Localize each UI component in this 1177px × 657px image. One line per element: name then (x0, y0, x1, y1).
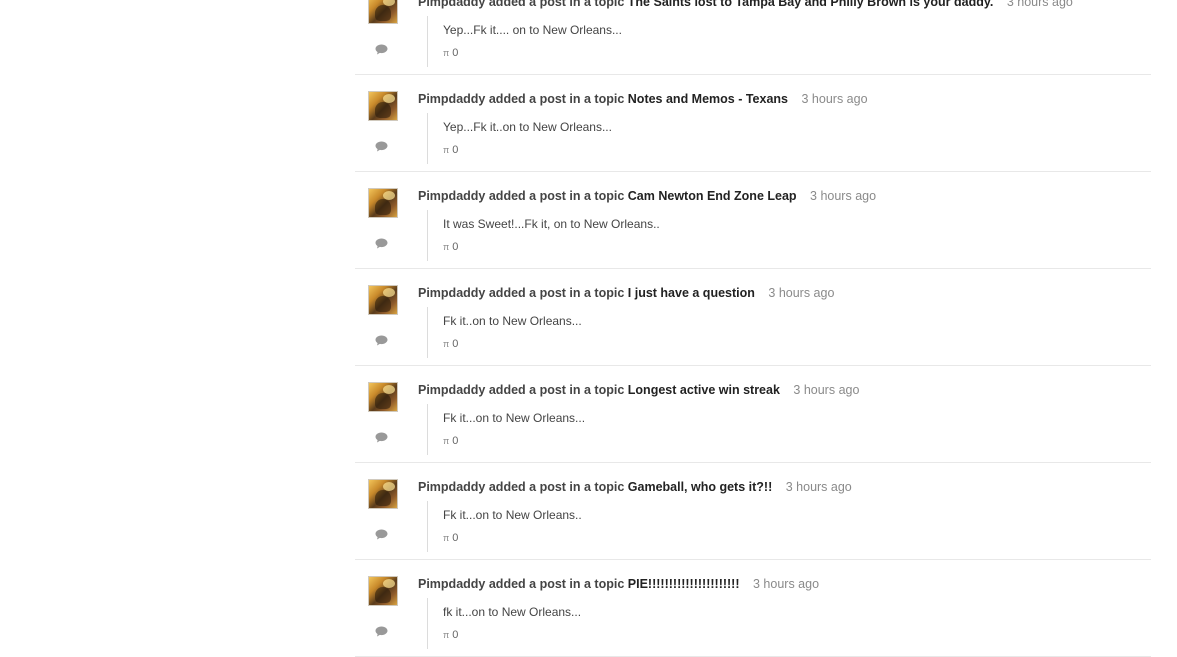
reputation-icon: π (443, 436, 450, 446)
activity-entry: Pimpdaddy added a post in a topic PIE!!!… (355, 560, 1151, 657)
post-snippet: Yep...Fk it.... on to New Orleans... (443, 23, 622, 37)
post-excerpt: Fk it...on to New Orleans.. π0 (427, 501, 582, 552)
timestamp: 3 hours ago (785, 480, 852, 494)
author-link[interactable]: Pimpdaddy (418, 0, 485, 9)
action-text: added a post in a topic (488, 0, 625, 9)
user-avatar[interactable] (368, 576, 398, 606)
reputation-icon: π (443, 242, 450, 252)
user-avatar[interactable] (368, 91, 398, 121)
post-excerpt: It was Sweet!...Fk it, on to New Orleans… (427, 210, 660, 261)
reputation-count: 0 (452, 144, 459, 156)
comment-icon[interactable] (375, 529, 388, 540)
comment-icon[interactable] (375, 238, 388, 249)
entry-header: Pimpdaddy added a post in a topic PIE!!!… (418, 576, 819, 592)
entry-header: Pimpdaddy added a post in a topic Cam Ne… (418, 188, 876, 204)
entry-header: Pimpdaddy added a post in a topic Longes… (418, 382, 859, 398)
reputation-count: 0 (452, 532, 459, 544)
post-snippet: It was Sweet!...Fk it, on to New Orleans… (443, 217, 660, 231)
topic-link[interactable]: The Saints lost to Tampa Bay and Philly … (628, 0, 994, 9)
reputation: π0 (443, 435, 585, 447)
post-excerpt: Yep...Fk it..on to New Orleans... π0 (427, 113, 612, 164)
user-avatar[interactable] (368, 382, 398, 412)
activity-entry: Pimpdaddy added a post in a topic Cam Ne… (355, 172, 1151, 269)
timestamp: 3 hours ago (1006, 0, 1073, 9)
entry-header: Pimpdaddy added a post in a topic The Sa… (418, 0, 1073, 10)
user-avatar[interactable] (368, 0, 398, 24)
author-link[interactable]: Pimpdaddy (418, 189, 485, 203)
reputation: π0 (443, 532, 582, 544)
comment-icon[interactable] (375, 432, 388, 443)
timestamp: 3 hours ago (810, 189, 877, 203)
topic-link[interactable]: Cam Newton End Zone Leap (628, 189, 797, 203)
activity-feed: Pimpdaddy added a post in a topic The Sa… (355, 0, 1151, 657)
action-text: added a post in a topic (488, 286, 625, 300)
entry-header: Pimpdaddy added a post in a topic Gameba… (418, 479, 852, 495)
reputation-icon: π (443, 533, 450, 543)
post-snippet: Fk it...on to New Orleans... (443, 411, 586, 425)
action-text: added a post in a topic (488, 480, 625, 494)
timestamp: 3 hours ago (793, 383, 860, 397)
topic-link[interactable]: I just have a question (628, 286, 755, 300)
post-excerpt: fk it...on to New Orleans... π0 (427, 598, 581, 649)
activity-entry: Pimpdaddy added a post in a topic Gameba… (355, 463, 1151, 560)
post-snippet: Fk it..on to New Orleans... (443, 314, 582, 328)
action-text: added a post in a topic (488, 92, 625, 106)
reputation: π0 (443, 241, 660, 253)
action-text: added a post in a topic (488, 577, 625, 591)
user-avatar[interactable] (368, 188, 398, 218)
activity-entry: Pimpdaddy added a post in a topic I just… (355, 269, 1151, 366)
timestamp: 3 hours ago (768, 286, 835, 300)
author-link[interactable]: Pimpdaddy (418, 92, 485, 106)
topic-link[interactable]: Notes and Memos - Texans (628, 92, 788, 106)
post-excerpt: Fk it..on to New Orleans... π0 (427, 307, 582, 358)
reputation-icon: π (443, 48, 450, 58)
comment-icon[interactable] (375, 141, 388, 152)
author-link[interactable]: Pimpdaddy (418, 383, 485, 397)
topic-link[interactable]: PIE!!!!!!!!!!!!!!!!!!!!!! (628, 577, 740, 591)
author-link[interactable]: Pimpdaddy (418, 480, 485, 494)
topic-link[interactable]: Gameball, who gets it?!! (628, 480, 772, 494)
post-excerpt: Yep...Fk it.... on to New Orleans... π0 (427, 16, 622, 67)
post-snippet: Yep...Fk it..on to New Orleans... (443, 120, 612, 134)
reputation-count: 0 (452, 435, 459, 447)
reputation: π0 (443, 144, 612, 156)
comment-icon[interactable] (375, 626, 388, 637)
action-text: added a post in a topic (488, 189, 625, 203)
post-snippet: Fk it...on to New Orleans.. (443, 508, 582, 522)
timestamp: 3 hours ago (801, 92, 868, 106)
activity-entry: Pimpdaddy added a post in a topic Notes … (355, 75, 1151, 172)
reputation-count: 0 (452, 47, 459, 59)
user-avatar[interactable] (368, 285, 398, 315)
user-avatar[interactable] (368, 479, 398, 509)
post-excerpt: Fk it...on to New Orleans... π0 (427, 404, 585, 455)
topic-link[interactable]: Longest active win streak (628, 383, 780, 397)
post-snippet: fk it...on to New Orleans... (443, 605, 582, 619)
reputation: π0 (443, 338, 582, 350)
author-link[interactable]: Pimpdaddy (418, 286, 485, 300)
author-link[interactable]: Pimpdaddy (418, 577, 485, 591)
activity-entry: Pimpdaddy added a post in a topic The Sa… (355, 0, 1151, 75)
entry-header: Pimpdaddy added a post in a topic Notes … (418, 91, 868, 107)
reputation-icon: π (443, 145, 450, 155)
reputation-count: 0 (452, 338, 459, 350)
action-text: added a post in a topic (488, 383, 625, 397)
activity-entry: Pimpdaddy added a post in a topic Longes… (355, 366, 1151, 463)
reputation: π0 (443, 47, 622, 59)
entry-header: Pimpdaddy added a post in a topic I just… (418, 285, 834, 301)
comment-icon[interactable] (375, 335, 388, 346)
reputation-icon: π (443, 339, 450, 349)
reputation-icon: π (443, 630, 450, 640)
timestamp: 3 hours ago (753, 577, 820, 591)
comment-icon[interactable] (375, 44, 388, 55)
reputation-count: 0 (452, 241, 459, 253)
